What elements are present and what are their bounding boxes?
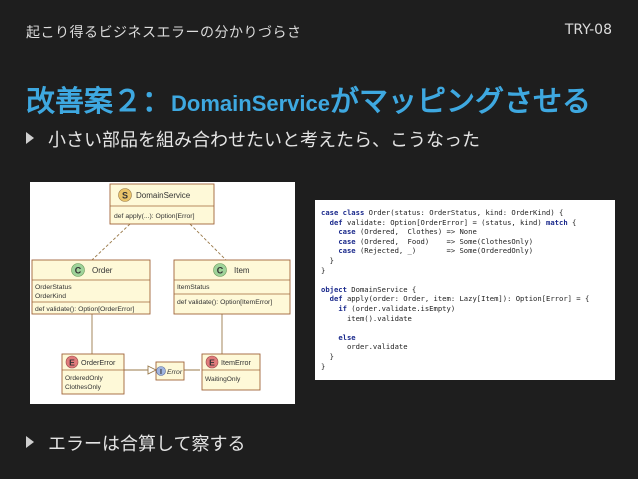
err-name: Error (167, 369, 183, 376)
item-method: def validate(): Option[ItemError] (177, 299, 272, 306)
uml-svg: S DomainService def apply(...): Option[E… (31, 183, 291, 395)
header-title: 起こり得るビジネスエラーの分かりづらさ (26, 25, 302, 41)
uml-class-order-error: E OrderError OrderedOnly ClothesOnly (61, 353, 125, 395)
order-name: Order (92, 266, 113, 275)
uml-class-item-error: E ItemError WaitingOnly (201, 353, 261, 391)
ie-name: ItemError (221, 358, 252, 367)
slide-title: 改善案２：DomainServiceがマッピングさせる (26, 78, 591, 120)
ie-field-1: WaitingOnly (205, 376, 241, 383)
code-line: def validate: Option[OrderError] = (stat… (329, 217, 577, 227)
code-line: case (Ordered, Food) => Some(ClothesOnly… (338, 236, 534, 246)
code-line: case (Ordered, Clothes) => None (338, 227, 477, 237)
uml-diagram: S DomainService def apply(...): Option[E… (30, 182, 295, 404)
code-line: case class Order(status: OrderStatus, ki… (321, 208, 564, 217)
uml-class-order: C Order OrderStatus OrderKind def valida… (31, 259, 151, 315)
bullet-arrow-icon (26, 436, 34, 448)
ie-stereo: E (209, 357, 215, 367)
ds-stereo: S (122, 191, 128, 201)
ds-method: def apply(...): Option[Error] (114, 213, 195, 220)
code-line: order.validate (321, 342, 408, 352)
item-field-1: ItemStatus (177, 284, 210, 291)
code-line: else (338, 332, 356, 342)
code-line: def apply(order: Order, item: Lazy[Item]… (329, 294, 590, 304)
bullet-2: エラーは合算して察する (26, 430, 245, 456)
oe-field-2: ClothesOnly (65, 384, 102, 391)
uml-class-domain-service: S DomainService def apply(...): Option[E… (109, 183, 215, 225)
oe-stereo: E (69, 357, 75, 367)
code-line: } (321, 265, 326, 275)
item-stereo: C (217, 266, 224, 276)
code-line: item().validate (321, 313, 412, 323)
order-stereo: C (75, 266, 82, 276)
code-line: if (order.validate.isEmpty) (338, 303, 456, 313)
oe-field-1: OrderedOnly (65, 375, 103, 382)
code-line: object DomainService { (321, 284, 417, 294)
code-line: } (321, 351, 334, 361)
oe-name: OrderError (81, 358, 116, 367)
slide-code: TRY-08 (564, 22, 612, 38)
uml-interface-error: I Error (155, 361, 185, 381)
uml-class-item: C Item ItemStatus def validate(): Option… (173, 259, 291, 315)
title-mono: DomainService (171, 91, 330, 116)
bullet-arrow-icon (26, 132, 34, 144)
order-field-2: OrderKind (35, 293, 66, 300)
bullet-1-text: 小さい部品を組み合わせたいと考えたら、こうなった (48, 130, 480, 151)
title-suffix: がマッピングさせる (329, 84, 591, 118)
bullet-1: 小さい部品を組み合わせたいと考えたら、こうなった (26, 126, 480, 152)
ds-name: DomainService (136, 191, 191, 200)
err-stereo: I (160, 369, 162, 376)
order-field-1: OrderStatus (35, 284, 72, 291)
item-name: Item (234, 266, 250, 275)
bullet-2-text: エラーは合算して察する (48, 434, 246, 455)
code-line: case (Rejected, _) => Some(OrderedOnly) (338, 246, 534, 256)
order-method: def validate(): Option[OrderError] (35, 306, 134, 313)
code-line: } (321, 361, 326, 371)
code-line: } (321, 255, 334, 265)
code-snippet: case class Order(status: OrderStatus, ki… (315, 200, 615, 380)
title-prefix: 改善案２： (26, 84, 172, 118)
